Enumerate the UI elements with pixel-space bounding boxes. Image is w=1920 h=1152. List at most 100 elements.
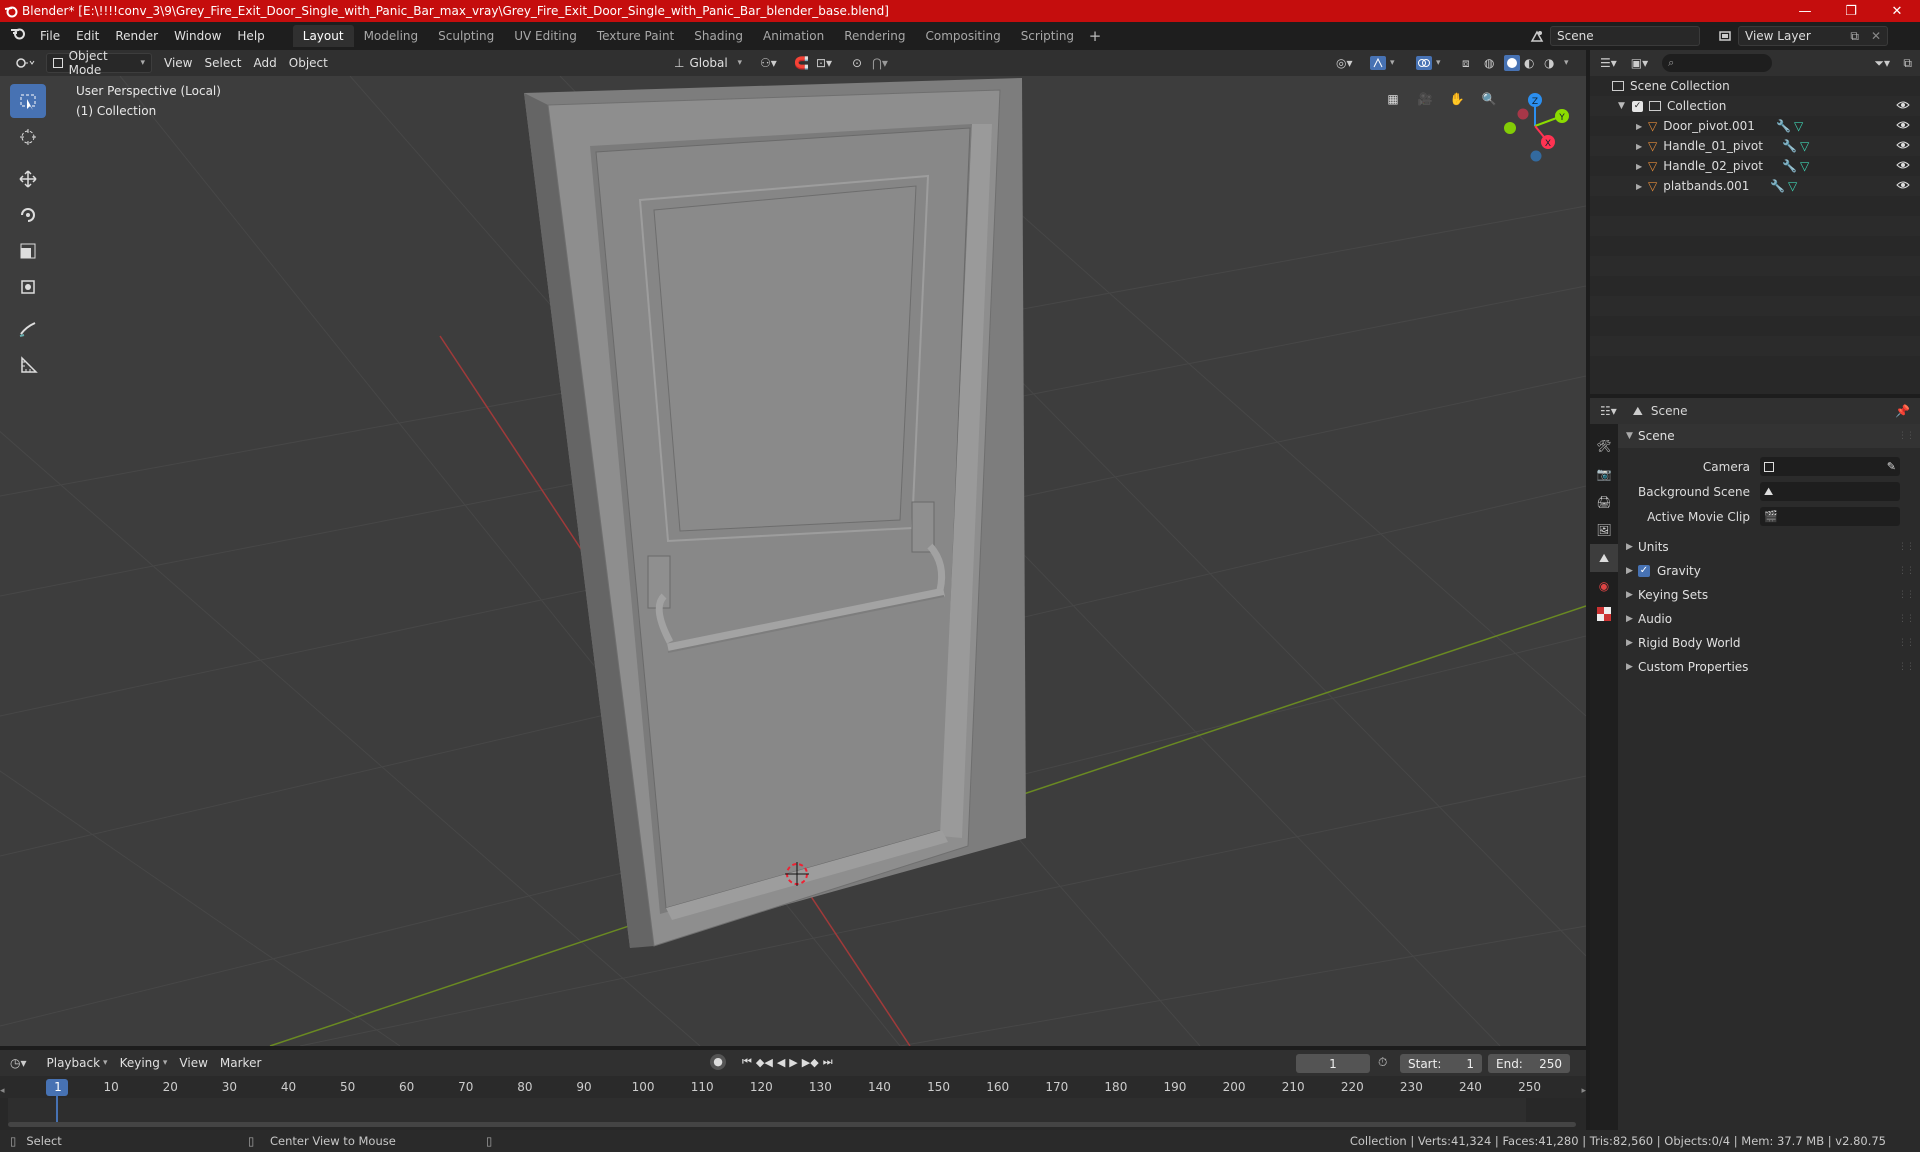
proportional-edit-icon[interactable]: ⊙ — [846, 53, 868, 73]
xray-toggle-icon[interactable]: ⧈ — [1456, 53, 1476, 73]
modifier-wrench-icon[interactable]: 🔧 — [1770, 179, 1785, 193]
scroll-right-arrow-icon[interactable]: ▸ — [1581, 1086, 1586, 1096]
next-keyframe-icon[interactable]: ▶◆ — [802, 1056, 819, 1069]
outliner-item-handle-01[interactable]: ▶ ▽ Handle_01_pivot 🔧 ▽ — [1590, 136, 1920, 156]
timeline-marker-menu[interactable]: Marker — [214, 1053, 267, 1073]
outliner-search-input[interactable]: ⌕ — [1662, 54, 1773, 72]
tool-settings-tab-icon[interactable]: 🛠 — [1590, 432, 1618, 460]
editor-type-icon[interactable] — [8, 53, 42, 73]
panel-grip-icon[interactable]: ⋮⋮ — [1898, 614, 1915, 624]
blender-menu-icon[interactable] — [0, 25, 32, 47]
gravity-panel-header[interactable]: ▶ ✓ Gravity ⋮⋮ — [1618, 559, 1920, 583]
eye-icon[interactable] — [1896, 159, 1910, 174]
current-frame-field[interactable]: 1 — [1296, 1054, 1370, 1073]
panel-grip-icon[interactable]: ⋮⋮ — [1898, 542, 1915, 552]
mesh-data-icon[interactable]: ▽ — [1794, 119, 1803, 133]
mesh-data-icon[interactable]: ▽ — [1800, 159, 1809, 173]
move-tool[interactable] — [10, 162, 46, 196]
panel-grip-icon[interactable]: ⋮⋮ — [1898, 638, 1915, 648]
start-frame-field[interactable]: Start: 1 — [1400, 1054, 1482, 1073]
menu-edit[interactable]: Edit — [68, 25, 107, 47]
timeline-editor-type-icon[interactable]: ◷▾ — [10, 1056, 27, 1070]
panel-grip-icon[interactable]: ⋮⋮ — [1898, 566, 1915, 576]
annotate-tool[interactable] — [10, 312, 46, 346]
jump-end-icon[interactable]: ⏭ — [823, 1055, 833, 1069]
tab-rendering[interactable]: Rendering — [834, 25, 915, 47]
background-scene-field[interactable]: ⛰ — [1760, 482, 1900, 501]
tab-texture-paint[interactable]: Texture Paint — [587, 25, 684, 47]
modifier-wrench-icon[interactable]: 🔧 — [1776, 119, 1791, 133]
eye-icon[interactable] — [1896, 99, 1910, 114]
expand-arrow-icon[interactable]: ▶ — [1636, 162, 1648, 171]
scene-tab-icon[interactable]: ⛰ — [1590, 544, 1618, 572]
menu-window[interactable]: Window — [166, 25, 229, 47]
modifier-wrench-icon[interactable]: 🔧 — [1782, 139, 1797, 153]
measure-tool[interactable] — [10, 348, 46, 382]
record-keyframe-icon[interactable]: ● — [710, 1054, 726, 1070]
maximize-button[interactable]: ❐ — [1828, 0, 1874, 22]
tab-uv-editing[interactable]: UV Editing — [504, 25, 587, 47]
toggle-perspective-icon[interactable]: ▦ — [1380, 86, 1406, 112]
filter-icon[interactable]: ⏷▾ — [1874, 56, 1890, 71]
pin-icon[interactable]: 📌 — [1895, 404, 1910, 418]
transform-tool[interactable] — [10, 270, 46, 304]
camera-view-icon[interactable]: 🎥 — [1412, 86, 1438, 112]
tab-layout[interactable]: Layout — [292, 25, 354, 47]
jump-start-icon[interactable]: ⏮ — [742, 1055, 752, 1069]
view-object-types-icon[interactable]: ◎▾ — [1330, 53, 1359, 73]
menu-file[interactable]: File — [32, 25, 68, 47]
eye-icon[interactable] — [1896, 139, 1910, 154]
play-reverse-icon[interactable]: ◀ — [777, 1056, 785, 1069]
viewport-menu-add[interactable]: Add — [248, 53, 283, 73]
scene-selector[interactable]: Scene ⧉ ✕ — [1550, 26, 1880, 46]
outliner-editor-type-icon[interactable]: ☰▾ — [1600, 56, 1617, 70]
close-window-button[interactable]: ✕ — [1874, 0, 1920, 22]
eye-icon[interactable] — [1896, 179, 1910, 194]
view-layer-tab-icon[interactable]: 🖼 — [1590, 516, 1618, 544]
proportional-falloff-icon[interactable]: ⋂▾ — [866, 53, 894, 73]
3d-viewport[interactable]: User Perspective (Local) (1) Collection … — [0, 76, 1586, 1046]
pivot-point-icon[interactable]: ⚇▾ — [754, 53, 783, 73]
tab-compositing[interactable]: Compositing — [915, 25, 1010, 47]
viewport-menu-view[interactable]: View — [158, 53, 198, 73]
eyedropper-icon[interactable]: ✎ — [1887, 460, 1896, 473]
render-tab-icon[interactable]: 📷 — [1590, 460, 1618, 488]
viewport-menu-object[interactable]: Object — [283, 53, 334, 73]
timeline-view-menu[interactable]: View — [173, 1053, 213, 1073]
audio-panel-header[interactable]: ▶ Audio ⋮⋮ — [1618, 607, 1920, 631]
outliner-item-handle-02[interactable]: ▶ ▽ Handle_02_pivot 🔧 ▽ — [1590, 156, 1920, 176]
tab-shading[interactable]: Shading — [684, 25, 753, 47]
playback-menu[interactable]: Playback ▾ — [41, 1053, 114, 1073]
keying-sets-panel-header[interactable]: ▶ Keying Sets ⋮⋮ — [1618, 583, 1920, 607]
pan-view-icon[interactable]: ✋ — [1444, 86, 1470, 112]
cursor-tool[interactable] — [10, 120, 46, 154]
viewport-menu-select[interactable]: Select — [198, 53, 247, 73]
outliner-item-platbands[interactable]: ▶ ▽ platbands.001 🔧 ▽ — [1590, 176, 1920, 196]
panel-grip-icon[interactable]: ⋮⋮ — [1898, 431, 1915, 441]
tab-animation[interactable]: Animation — [753, 25, 834, 47]
custom-properties-panel-header[interactable]: ▶ Custom Properties ⋮⋮ — [1618, 655, 1920, 679]
scale-tool[interactable] — [10, 234, 46, 268]
expand-arrow-icon[interactable]: ▶ — [1636, 182, 1648, 191]
expand-arrow-icon[interactable]: ▶ — [1636, 122, 1648, 131]
eye-icon[interactable] — [1896, 119, 1910, 134]
navigation-gizmo[interactable]: Z Y X — [1490, 86, 1572, 168]
outliner-item-door-pivot[interactable]: ▶ ▽ Door_pivot.001 🔧 ▽ — [1590, 116, 1920, 136]
view-layer-selector[interactable]: View Layer ⧉ ✕ — [1738, 26, 1888, 46]
scene-icon[interactable] — [1524, 26, 1550, 46]
add-workspace-button[interactable]: + — [1084, 27, 1106, 45]
outliner-collection[interactable]: ▼ ✓ Collection — [1590, 96, 1920, 116]
world-tab-icon[interactable]: ◉ — [1590, 572, 1618, 600]
tab-sculpting[interactable]: Sculpting — [428, 25, 504, 47]
transform-orientation-dropdown[interactable]: ⊥ Global ▾ — [668, 53, 748, 73]
outliner-scene-collection[interactable]: Scene Collection — [1590, 76, 1920, 96]
new-collection-icon[interactable]: ⧉ — [1903, 56, 1912, 71]
panel-grip-icon[interactable]: ⋮⋮ — [1898, 662, 1915, 672]
expand-arrow-icon[interactable]: ▶ — [1636, 142, 1648, 151]
overlays-dropdown-icon[interactable]: ▾ — [1430, 53, 1447, 73]
output-tab-icon[interactable]: 🖨 — [1590, 488, 1618, 516]
rigid-body-world-panel-header[interactable]: ▶ Rigid Body World ⋮⋮ — [1618, 631, 1920, 655]
shading-dropdown-icon[interactable]: ▾ — [1558, 53, 1575, 73]
display-mode-icon[interactable]: ▣▾ — [1631, 56, 1648, 70]
view-layer-icon[interactable] — [1712, 26, 1738, 46]
